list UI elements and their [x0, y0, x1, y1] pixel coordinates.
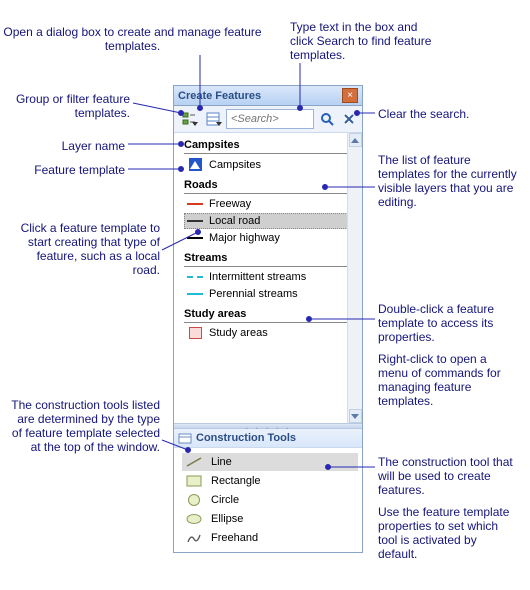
construction-tools-header: Construction Tools — [174, 429, 362, 448]
template-label: Study areas — [209, 327, 268, 339]
ellipse-icon — [185, 512, 203, 526]
group-filter-button[interactable] — [178, 109, 200, 129]
feature-template[interactable]: Study areas — [184, 325, 358, 341]
template-symbol-icon — [187, 276, 203, 278]
ann-constr-tool: The construction tool that will be used … — [378, 455, 518, 497]
layer-header: Study areas — [184, 308, 358, 323]
tool-label: Freehand — [211, 532, 258, 544]
feature-template[interactable]: Intermittent streams — [184, 269, 358, 285]
construction-tools-list: Line Rectangle Circle Ellipse Freehand — [174, 448, 362, 552]
ann-group-filter: Group or filter feature templates. — [10, 92, 130, 120]
feature-template[interactable]: Freeway — [184, 196, 358, 212]
titlebar: Create Features × — [174, 86, 362, 106]
ann-list-desc: The list of feature templates for the cu… — [378, 153, 518, 209]
toolbar — [174, 106, 362, 133]
scroll-up-button[interactable] — [349, 133, 362, 147]
ann-click-template: Click a feature template to start creati… — [10, 221, 160, 277]
circle-icon — [185, 493, 203, 507]
tool-label: Ellipse — [211, 513, 243, 525]
construction-tool[interactable]: Rectangle — [182, 472, 358, 490]
layer-header: Streams — [184, 252, 358, 267]
ann-right-click: Right-click to open a menu of commands f… — [378, 352, 518, 408]
scroll-down-button[interactable] — [349, 409, 362, 423]
close-button[interactable]: × — [342, 88, 358, 103]
template-symbol-icon — [187, 237, 203, 239]
ann-clear-search: Clear the search. — [378, 107, 488, 121]
template-label: Local road — [209, 215, 260, 227]
search-button[interactable] — [316, 109, 338, 129]
tool-label: Line — [211, 456, 232, 468]
construction-tools-title: Construction Tools — [196, 432, 296, 444]
organize-templates-button[interactable] — [202, 109, 224, 129]
feature-template[interactable]: Local road — [184, 213, 358, 229]
scrollbar[interactable] — [347, 133, 362, 423]
clear-icon — [343, 113, 355, 125]
construction-tool[interactable]: Circle — [182, 491, 358, 509]
ann-constr-desc: The construction tools listed are determ… — [10, 398, 160, 454]
create-features-panel: Create Features × — [173, 85, 363, 553]
clear-search-button[interactable] — [340, 109, 358, 129]
construction-tool[interactable]: Freehand — [182, 529, 358, 547]
ann-layer-name: Layer name — [10, 139, 125, 153]
template-symbol-icon — [187, 220, 203, 222]
tool-label: Circle — [211, 494, 239, 506]
template-symbol-icon — [187, 158, 203, 171]
line-icon — [185, 455, 203, 469]
template-symbol-icon — [187, 293, 203, 295]
feature-template[interactable]: Campsites — [184, 156, 358, 173]
chevron-down-icon — [192, 122, 198, 126]
panel-title: Create Features — [178, 90, 261, 102]
template-label: Freeway — [209, 198, 251, 210]
feature-template[interactable]: Perennial streams — [184, 286, 358, 302]
templates-list: Campsites Campsites Roads Freeway Local road… — [174, 133, 362, 423]
template-symbol-icon — [187, 203, 203, 205]
search-icon — [320, 112, 334, 126]
layer-header: Campsites — [184, 139, 358, 154]
construction-tool[interactable]: Ellipse — [182, 510, 358, 528]
ann-constr-default: Use the feature template properties to s… — [378, 505, 518, 561]
ann-type-search: Type text in the box and click Search to… — [290, 20, 440, 62]
ann-open-dialog: Open a dialog box to create and manage f… — [0, 25, 265, 53]
template-label: Major highway — [209, 232, 280, 244]
ann-dbl-click: Double-click a feature template to acces… — [378, 302, 518, 344]
template-label: Perennial streams — [209, 288, 298, 300]
layer-header: Roads — [184, 179, 358, 194]
feature-template[interactable]: Major highway — [184, 230, 358, 246]
search-box — [226, 109, 314, 129]
construction-tool[interactable]: Line — [182, 453, 358, 471]
template-label: Intermittent streams — [209, 271, 306, 283]
tool-label: Rectangle — [211, 475, 261, 487]
template-symbol-icon — [187, 327, 203, 339]
tools-icon — [178, 431, 192, 445]
ann-feature-template: Feature template — [10, 163, 125, 177]
rect-icon — [185, 474, 203, 488]
template-label: Campsites — [209, 159, 261, 171]
chevron-down-icon — [216, 122, 222, 126]
freehand-icon — [185, 531, 203, 545]
search-input[interactable] — [227, 110, 313, 128]
